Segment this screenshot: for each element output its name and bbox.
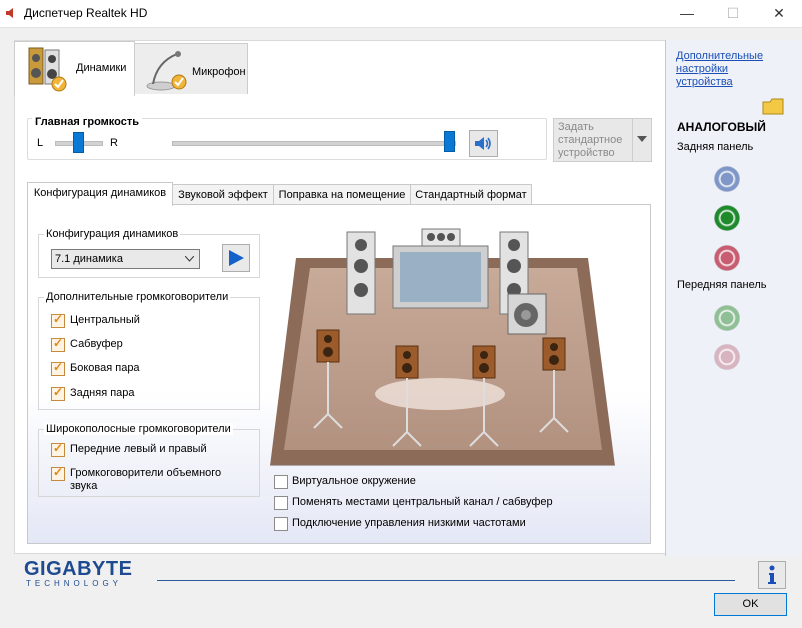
- test-play-button[interactable]: [222, 244, 250, 272]
- analog-title: АНАЛОГОВЫЙ: [677, 120, 766, 134]
- fullrange-speakers-title: Широкополосные громкоговорители: [44, 423, 233, 435]
- balance-right-label: R: [110, 137, 118, 149]
- brand-sub: TECHNOLOGY: [26, 579, 123, 588]
- connector-panel: [665, 40, 802, 556]
- default-device-dropdown[interactable]: [632, 119, 651, 161]
- tab-microphone-label: Микрофон: [192, 66, 246, 78]
- speaker-config-select[interactable]: 7.1 динамика: [51, 249, 200, 269]
- front-lr-label: Передние левый и правый: [70, 443, 207, 455]
- speaker-volume-icon: [475, 137, 491, 150]
- rear-pair-checkbox[interactable]: [51, 385, 65, 401]
- subwoofer-checkbox[interactable]: [51, 336, 65, 352]
- speakers-icon: [28, 47, 67, 92]
- gigabyte-logo: GIGABYTE TECHNOLOGY: [24, 558, 132, 588]
- back-panel-label: Задняя панель: [677, 141, 754, 153]
- back-jack-pink[interactable]: [714, 245, 740, 271]
- back-jack-green[interactable]: [714, 205, 740, 231]
- play-icon: [229, 250, 244, 266]
- room-divider: [270, 465, 615, 466]
- balance-slider-thumb[interactable]: [73, 132, 84, 153]
- speaker-config-title: Конфигурация динамиков: [44, 228, 181, 240]
- footer-divider: [157, 580, 735, 581]
- main-volume-title: Главная громкость: [32, 116, 143, 128]
- speaker-room-illustration: [270, 228, 615, 466]
- center-label: Центральный: [70, 314, 140, 326]
- virtual-surround-label: Виртуальное окружение: [292, 475, 416, 487]
- info-icon: [768, 565, 776, 584]
- front-left-speaker-icon: [346, 231, 376, 315]
- volume-slider-thumb[interactable]: [444, 131, 455, 152]
- back-jack-blue[interactable]: [714, 166, 740, 192]
- front-panel-label: Передняя панель: [677, 279, 767, 291]
- tab-speakers[interactable]: Динамики: [14, 41, 135, 96]
- tab-default-format[interactable]: Стандартный формат: [410, 184, 532, 205]
- bass-management-checkbox[interactable]: [274, 517, 288, 531]
- tab-speaker-config[interactable]: Конфигурация динамиков: [27, 182, 173, 206]
- set-default-device-button[interactable]: Задать стандартное устройство: [553, 118, 652, 162]
- speaker-config-value: 7.1 динамика: [55, 253, 123, 265]
- surround-label: Громкоговорители объемного звука: [70, 467, 222, 492]
- center-checkbox[interactable]: [51, 312, 65, 328]
- surround-checkbox[interactable]: [51, 465, 65, 481]
- front-jack-pink[interactable]: [714, 344, 740, 370]
- tab-sound-effect[interactable]: Звуковой эффект: [172, 184, 274, 205]
- ok-button[interactable]: OK: [714, 593, 787, 616]
- speaker-app-icon: [6, 8, 13, 18]
- swap-center-sub-checkbox[interactable]: [274, 496, 288, 510]
- folder-icon[interactable]: [762, 96, 784, 116]
- title-bar: Диспетчер Realtek HD — ☐ ✕: [0, 0, 802, 28]
- chevron-down-icon: [637, 136, 647, 142]
- tab-microphone[interactable]: Микрофон: [134, 43, 248, 94]
- tv-icon: [392, 228, 489, 309]
- bass-management-label: Подключение управления низкими частотами: [292, 517, 526, 529]
- balance-left-label: L: [37, 137, 44, 149]
- mute-button[interactable]: [469, 130, 498, 157]
- maximize-button[interactable]: ☐: [710, 0, 756, 27]
- subwoofer-label: Сабвуфер: [70, 338, 123, 350]
- rear-pair-label: Задняя пара: [70, 387, 135, 399]
- tab-speakers-label: Динамики: [76, 62, 127, 74]
- microphone-icon: [146, 51, 187, 91]
- info-button[interactable]: [758, 561, 786, 589]
- brand-name: GIGABYTE: [24, 558, 133, 580]
- close-button[interactable]: ✕: [756, 0, 802, 27]
- volume-slider-track[interactable]: [172, 141, 456, 146]
- swap-center-sub-label: Поменять местами центральный канал / саб…: [292, 496, 553, 508]
- side-pair-checkbox[interactable]: [51, 360, 65, 376]
- front-jack-green[interactable]: [714, 305, 740, 331]
- window-title: Диспетчер Realtek HD: [24, 6, 148, 20]
- optional-speakers-title: Дополнительные громкоговорители: [44, 291, 231, 303]
- chevron-down-icon: [185, 256, 194, 262]
- tab-room-correction[interactable]: Поправка на помещение: [273, 184, 411, 205]
- subwoofer-icon: [507, 293, 547, 335]
- virtual-surround-checkbox[interactable]: [274, 475, 288, 489]
- side-pair-label: Боковая пара: [70, 362, 140, 374]
- advanced-settings-link[interactable]: Дополнительные настройки устройства: [676, 50, 784, 89]
- minimize-button[interactable]: —: [664, 0, 710, 27]
- set-default-device-label: Задать стандартное устройство: [558, 121, 623, 159]
- front-lr-checkbox[interactable]: [51, 441, 65, 457]
